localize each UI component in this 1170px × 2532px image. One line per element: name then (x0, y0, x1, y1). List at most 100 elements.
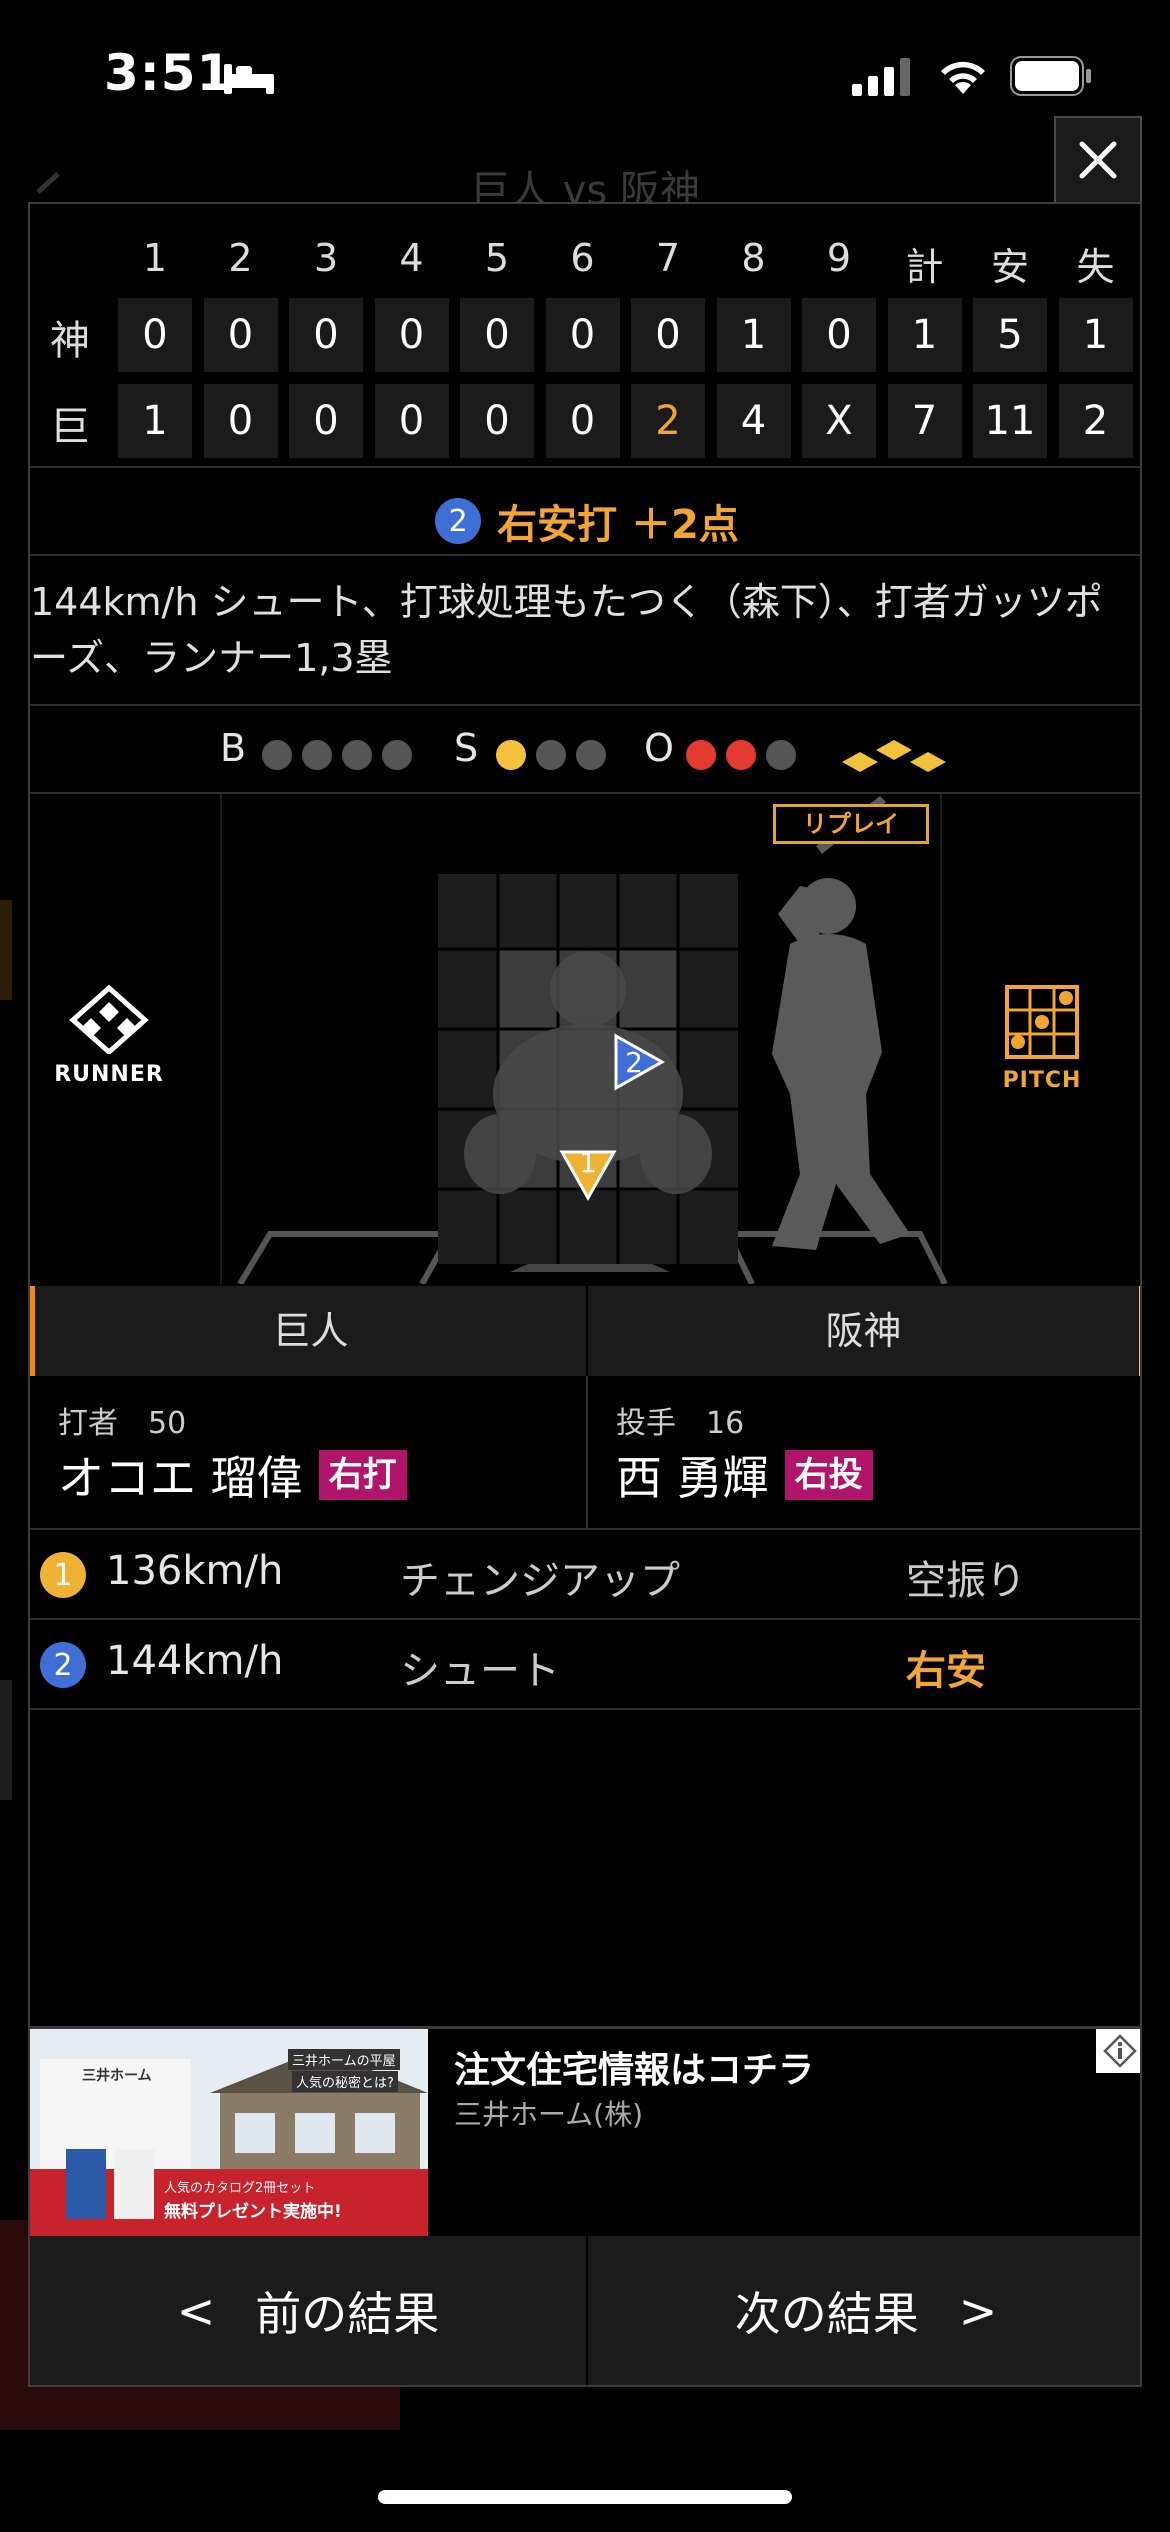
pitch-row: 1 136km/h チェンジアップ 空振り (30, 1530, 1140, 1620)
play-headline: 2 右安打 ＋2点 (30, 476, 1140, 566)
tab-giants[interactable]: 巨人 (30, 1286, 586, 1376)
pitcher-name: 西 勇輝 (616, 1451, 769, 1505)
scoreboard-header-row: 1 2 3 4 5 6 7 8 9 計 安 失 (30, 224, 1140, 294)
scoreboard-column-header: 5 (484, 236, 510, 280)
batter-name: オコエ 瑠偉 (58, 1451, 303, 1505)
scoreboard-cell: 1 (716, 298, 791, 372)
scoreboard-cell: 5 (973, 298, 1047, 372)
pitch-button[interactable]: PITCH (992, 984, 1092, 1094)
scoreboard-cell: 0 (631, 298, 705, 372)
ad-image-banner-2: 無料プレゼント実施中! (164, 2202, 342, 2222)
scoreboard-column-header: 1 (142, 236, 168, 280)
scoreboard-column-header: 失 (1076, 245, 1115, 289)
strike-dot (496, 740, 526, 770)
scoreboard-row-away: 神000000010151 (30, 294, 1140, 378)
ad-info-button[interactable] (1096, 2029, 1140, 2073)
ad-headline[interactable]: 注文住宅情報はコチラ (454, 2041, 814, 2093)
batter-hand-badge: 右打 (318, 1450, 407, 1500)
scoreboard-cell: 0 (460, 384, 534, 458)
scoreboard-cell: 2 (631, 384, 705, 458)
count-indicator: B S O (30, 712, 1140, 792)
scoreboard-column-header: 8 (741, 236, 766, 280)
strike-dot (536, 740, 566, 770)
scoreboard-column-header: 計 (905, 245, 944, 289)
out-dot (686, 740, 716, 770)
play-description: 144km/h シュート、打球処理もたつく（森下）、打者ガッツポーズ、ランナー1… (30, 580, 1103, 680)
scoreboard-row-home: 巨 1 0 0 0 0 0 2 4 X 7 11 2 (30, 380, 1140, 464)
divider (30, 466, 1140, 468)
divider (30, 704, 1140, 706)
ball-dot (302, 740, 332, 770)
ad-image-tag: 三井ホームの平屋 (288, 2049, 400, 2070)
pitch-type: シュート (400, 1648, 560, 1694)
scoreboard-cell: 0 (203, 384, 278, 458)
scoreboard-team: 巨 (50, 404, 90, 450)
scoreboard-cell: 11 (973, 384, 1047, 458)
tab-hanshin[interactable]: 阪神 (588, 1286, 1140, 1376)
scoreboard-cell: 1 (1058, 298, 1133, 372)
scoreboard-column-header: 6 (570, 236, 595, 280)
ball-dot (382, 740, 412, 770)
scoreboard-column-header: 7 (655, 236, 681, 280)
ad-image[interactable]: 三井ホーム 三井ホームの平屋 人気の秘密とは? 人気のカタログ2冊セット 無料プ… (30, 2029, 428, 2239)
background-strip (0, 1680, 12, 1800)
scoreboard-cell: 0 (289, 298, 363, 372)
out-dot (726, 740, 756, 770)
scoreboard-cell: 0 (203, 298, 278, 372)
batter-info: 打者 50 オコエ 瑠偉 右打 (30, 1376, 586, 1528)
wifi-icon (941, 61, 985, 94)
replay-button[interactable]: リプレイ (773, 804, 929, 844)
bases-icon (842, 740, 946, 772)
outs-label: O (644, 726, 674, 770)
ball-dot (342, 740, 372, 770)
scoreboard-cell: 0 (374, 384, 449, 458)
scoreboard-cell: 0 (374, 298, 449, 372)
close-button[interactable] (1054, 116, 1142, 204)
ad-choices-icon (1103, 2034, 1137, 2068)
previous-result-label: 前の結果 (255, 2287, 440, 2341)
strike-dot (576, 740, 606, 770)
strike-zone: 12 (237, 796, 948, 1284)
chevron-left-icon: < (176, 2284, 216, 2338)
pitch-row: 2 144km/h シュート 右安 (30, 1620, 1140, 1710)
scoreboard-cell: 0 (118, 298, 192, 372)
pitcher-role: 投手 16 (616, 1406, 745, 1441)
pitch-speed: 144km/h (106, 1638, 284, 1684)
chevron-right-icon: > (958, 2284, 998, 2338)
pitch-marker-number: 2 (625, 1046, 643, 1079)
pitch-marker-number: 1 (579, 1146, 597, 1179)
pitch-list: 1 136km/h チェンジアップ 空振り 2 144km/h シュート 右安 (30, 1530, 1140, 1710)
scoreboard-column-header: 9 (826, 236, 852, 280)
ad-image-brand: 三井ホーム (82, 2068, 152, 2084)
scoreboard-cell: 0 (460, 298, 534, 372)
pitch-grid-icon (1005, 985, 1079, 1059)
scoreboard-cell: 1 (887, 298, 962, 372)
result-navigation: < 前の結果 次の結果 > (30, 2236, 1140, 2385)
play-headline-text: 右安打 ＋2点 (497, 502, 739, 548)
pitch-number-badge: 1 (40, 1552, 86, 1598)
pitch-type: チェンジアップ (400, 1558, 680, 1604)
scoreboard: 123456789計安失 神000000010151 巨 1 0 0 0 0 0 2 4 X 7 11… (30, 224, 1140, 464)
pitch-result: 右安 (906, 1648, 986, 1694)
scoreboard-cell: 0 (545, 384, 620, 458)
scoreboard-team: 神 (50, 318, 90, 364)
scoreboard-cell: 0 (802, 298, 876, 372)
next-result-button[interactable]: 次の結果 > (588, 2236, 1140, 2385)
cellular-signal-icon (852, 58, 910, 96)
balls-label: B (220, 726, 247, 770)
matchup: 打者 50 オコエ 瑠偉 右打 投手 16 西 勇輝 右投 (30, 1376, 1140, 1528)
ad-banner[interactable]: 三井ホーム 三井ホームの平屋 人気の秘密とは? 人気のカタログ2冊セット 無料プ… (30, 2026, 1140, 2239)
scoreboard-column-header: 2 (228, 236, 253, 280)
status-time: 3:51 (104, 44, 233, 102)
pitch-result: 空振り (906, 1558, 1026, 1604)
scoreboard-cell: 4 (716, 384, 791, 458)
previous-result-button[interactable]: < 前の結果 (30, 2236, 586, 2385)
play-detail-modal: 123456789計安失 神000000010151 巨 1 0 0 0 0 0 2 4 X 7 11… (28, 202, 1142, 2387)
close-icon (1079, 141, 1117, 179)
pitch-number-badge: 2 (40, 1642, 86, 1688)
divider (30, 554, 1140, 556)
pitcher-hand-badge: 右投 (784, 1450, 873, 1500)
home-indicator[interactable] (378, 2490, 792, 2504)
scoreboard-column-header: 3 (313, 236, 339, 280)
strikes-label: S (454, 726, 479, 770)
